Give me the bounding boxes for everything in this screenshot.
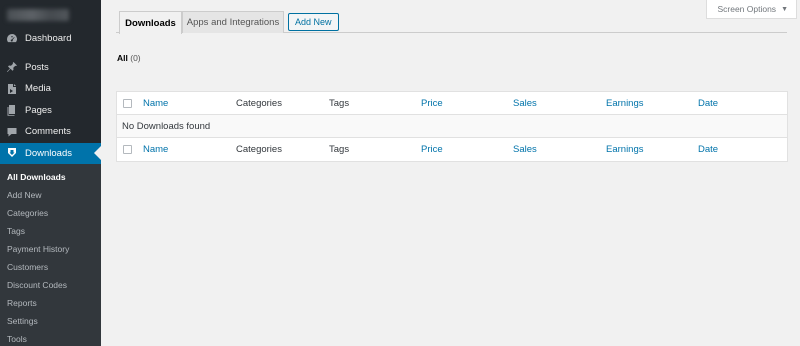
comment-icon	[6, 126, 18, 138]
column-footer-name[interactable]: Name	[143, 144, 168, 155]
downloads-table: Name Categories Tags Price Sales Earning…	[116, 91, 788, 162]
pin-icon	[6, 61, 18, 73]
menu-label: Comments	[25, 126, 71, 138]
column-header-tags: Tags	[329, 97, 350, 109]
submenu-reports[interactable]: Reports	[0, 294, 101, 312]
filter-all-count: (0)	[130, 53, 141, 63]
column-footer-earnings[interactable]: Earnings	[606, 144, 644, 155]
column-footer-date[interactable]: Date	[698, 144, 718, 155]
column-footer-price[interactable]: Price	[421, 144, 443, 155]
tab-downloads[interactable]: Downloads	[119, 11, 182, 34]
menu-item-posts[interactable]: Posts	[0, 57, 101, 79]
column-header-date[interactable]: Date	[698, 98, 718, 109]
media-icon	[6, 83, 18, 95]
admin-sidebar: Dashboard Posts Media Pages Comments Dow…	[0, 0, 101, 346]
menu-label: Media	[25, 83, 51, 95]
menu-item-comments[interactable]: Comments	[0, 121, 101, 143]
submenu-settings[interactable]: Settings	[0, 312, 101, 330]
downloads-submenu: All Downloads Add New Categories Tags Pa…	[0, 164, 101, 346]
submenu-payment-history[interactable]: Payment History	[0, 240, 101, 258]
menu-label: Posts	[25, 61, 49, 73]
submenu-add-new[interactable]: Add New	[0, 186, 101, 204]
status-filter: All (0)	[117, 53, 141, 63]
select-all-checkbox[interactable]	[123, 98, 132, 108]
pages-icon	[6, 104, 18, 117]
column-header-name[interactable]: Name	[143, 98, 168, 109]
submenu-all-downloads[interactable]: All Downloads	[0, 168, 101, 186]
submenu-customers[interactable]: Customers	[0, 258, 101, 276]
menu-item-downloads[interactable]: Downloads	[0, 142, 101, 164]
submenu-discount-codes[interactable]: Discount Codes	[0, 276, 101, 294]
nav-tabs: Downloads Apps and Integrations Add New	[116, 11, 787, 34]
download-icon	[6, 147, 18, 159]
table-footer-row: Name Categories Tags Price Sales Earning…	[117, 138, 787, 161]
menu-label: Pages	[25, 104, 52, 116]
column-footer-categories: Categories	[236, 144, 282, 155]
menu-label: Dashboard	[25, 33, 72, 45]
menu-item-pages[interactable]: Pages	[0, 100, 101, 122]
submenu-tags[interactable]: Tags	[0, 222, 101, 240]
main-content: Screen Options ▼ Downloads Apps and Inte…	[101, 0, 800, 346]
column-header-sales[interactable]: Sales	[513, 98, 537, 109]
empty-message: No Downloads found	[122, 120, 211, 132]
menu-label: Downloads	[25, 147, 72, 159]
column-header-earnings[interactable]: Earnings	[606, 98, 644, 109]
column-footer-sales[interactable]: Sales	[513, 144, 537, 155]
select-all-checkbox-footer[interactable]	[123, 145, 132, 154]
submenu-categories[interactable]: Categories	[0, 204, 101, 222]
column-header-categories: Categories	[236, 97, 282, 109]
menu-item-dashboard[interactable]: Dashboard	[0, 28, 101, 50]
filter-all-link[interactable]: All	[117, 53, 128, 63]
menu-item-media[interactable]: Media	[0, 78, 101, 100]
empty-message-row: No Downloads found	[117, 115, 787, 138]
admin-menu: Dashboard Posts Media Pages Comments Dow…	[0, 28, 101, 346]
add-new-button[interactable]: Add New	[288, 13, 339, 31]
column-footer-tags: Tags	[329, 144, 350, 155]
submenu-tools[interactable]: Tools	[0, 330, 101, 346]
table-header-row: Name Categories Tags Price Sales Earning…	[117, 92, 787, 115]
site-name-blurred	[7, 9, 69, 21]
column-header-price[interactable]: Price	[421, 98, 443, 109]
dashboard-icon	[6, 33, 18, 45]
tab-apps-and-integrations[interactable]: Apps and Integrations	[182, 11, 284, 33]
